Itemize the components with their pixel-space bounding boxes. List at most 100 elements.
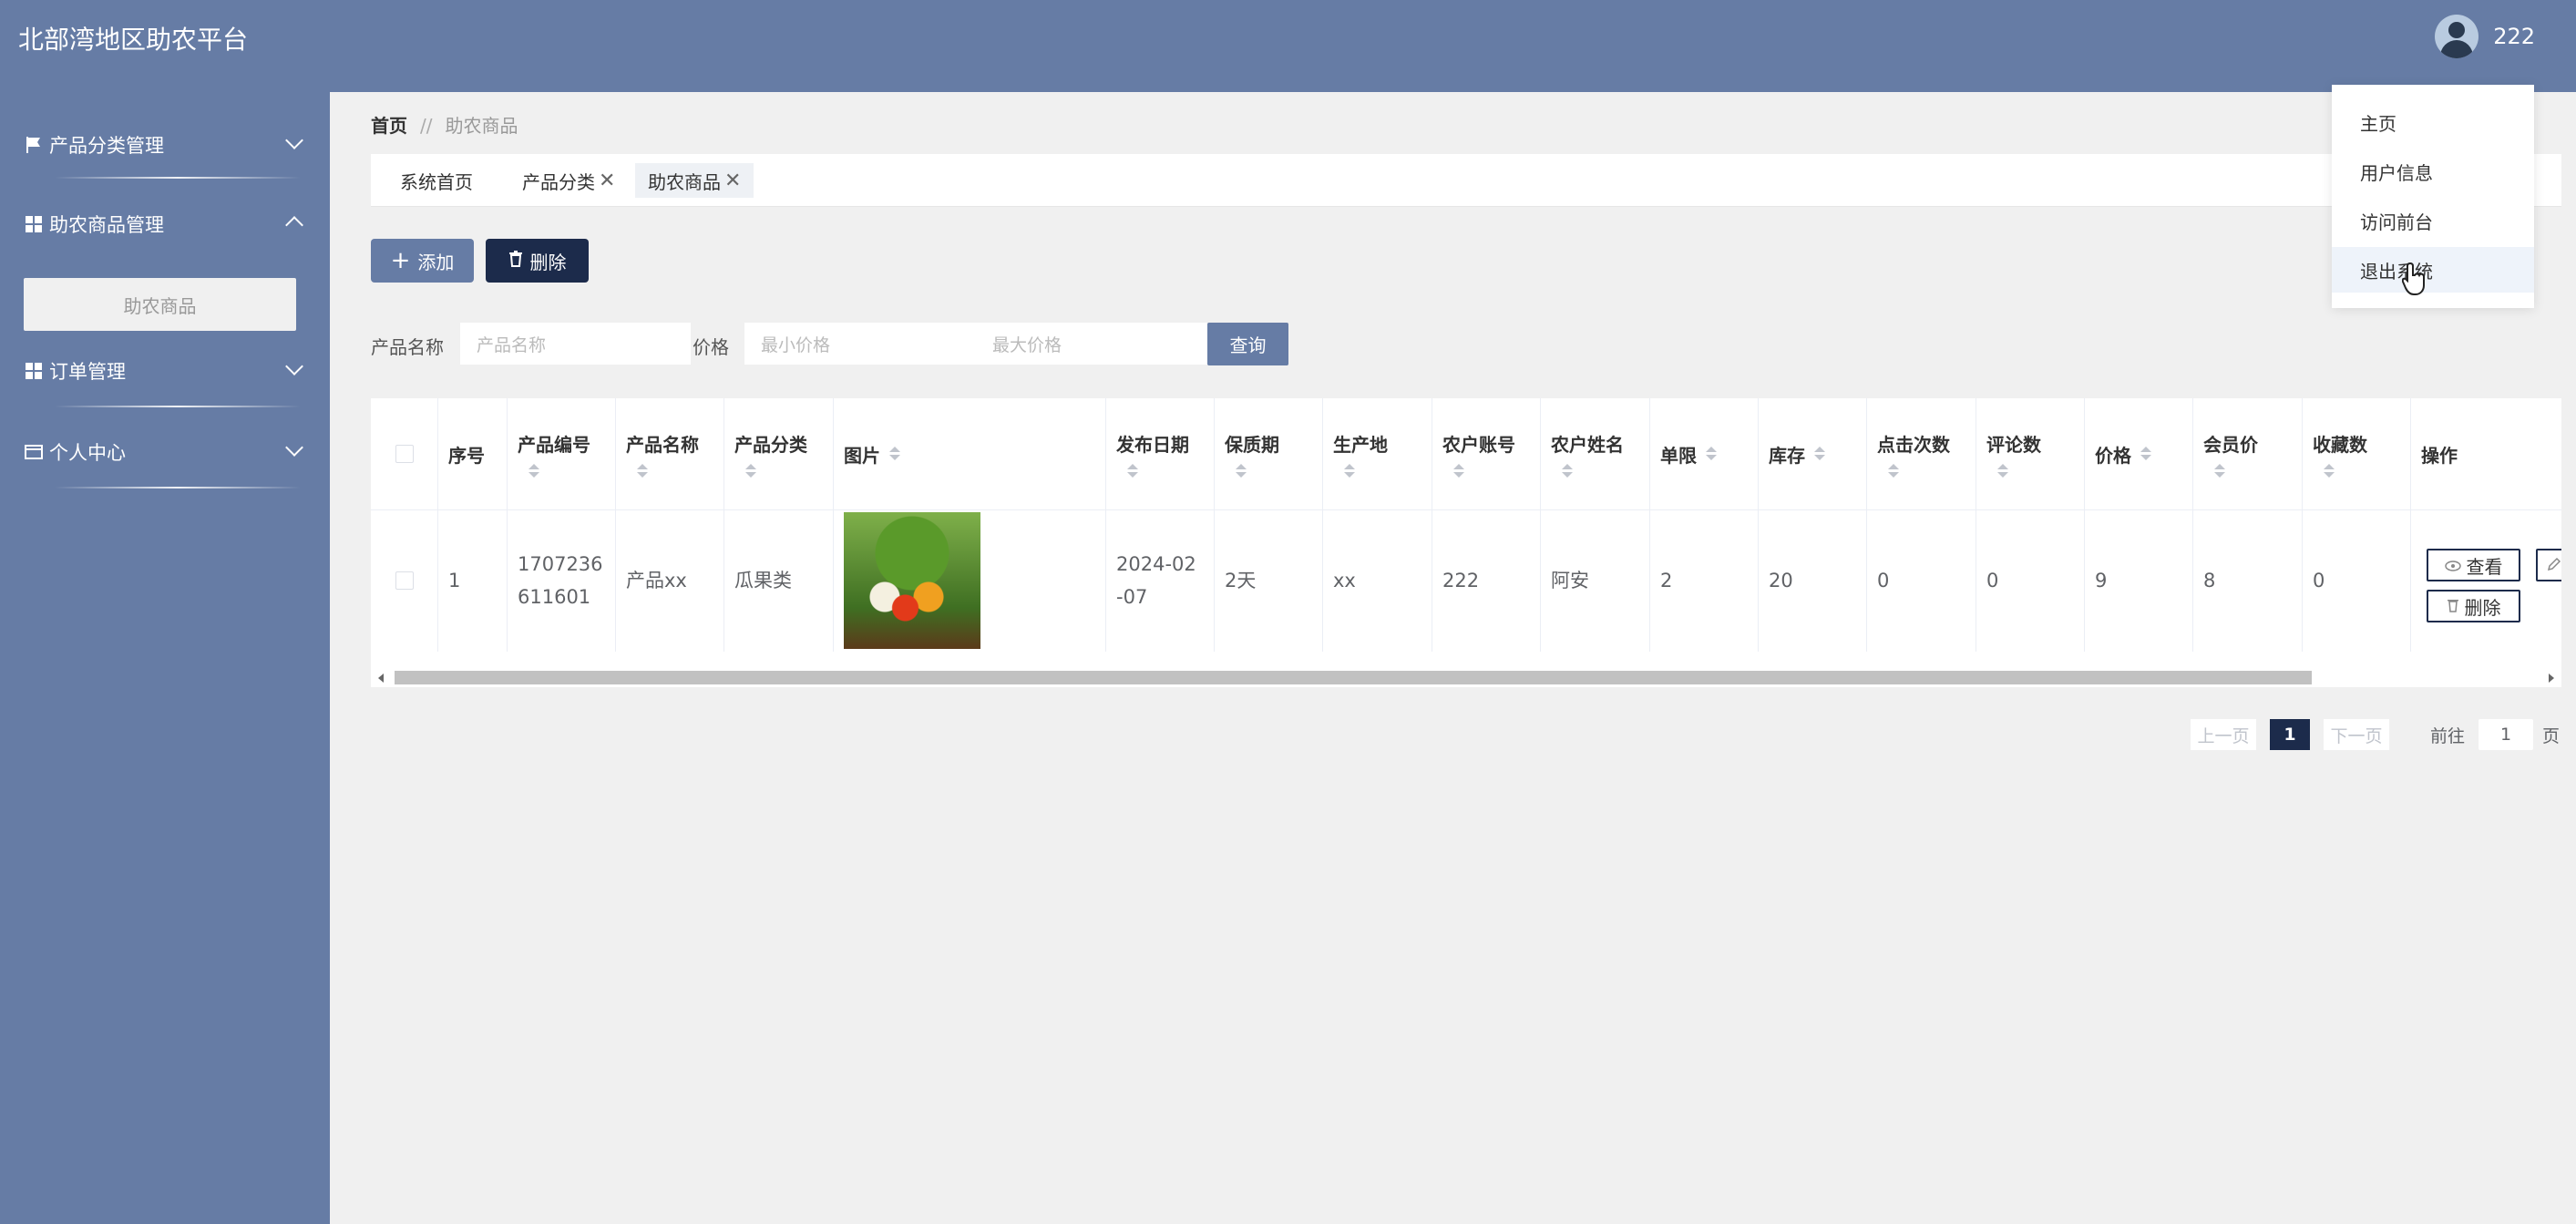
tabs-bar: 系统首页 产品分类 ✕ 助农商品 ✕ [371,154,2561,207]
eye-icon [2444,554,2461,576]
cell-member-price: 8 [2203,570,2216,591]
col-header-clicks[interactable]: 点击次数 [1866,398,1976,509]
view-button[interactable]: 查看 [2427,549,2520,581]
row-checkbox[interactable] [395,571,414,590]
card-icon [24,442,44,462]
col-header-index: 序号 [448,444,485,467]
flag-icon [24,135,44,155]
sort-icon [2324,463,2335,478]
breadcrumb-home[interactable]: 首页 [371,115,407,137]
col-header-date[interactable]: 发布日期 [1105,398,1214,509]
sort-icon [1453,463,1464,478]
col-header-actions: 操作 [2421,444,2458,467]
cell-farmer-name: 阿安 [1551,570,1589,591]
cell-comments: 0 [1986,570,1999,591]
sort-icon [1344,463,1355,478]
max-price-input[interactable]: 最大价格 [976,323,1207,365]
trash-icon [508,250,523,272]
sidebar-item-personal-center[interactable]: 个人中心 [0,425,330,479]
scroll-left-icon[interactable] [378,674,384,683]
sort-icon [2214,463,2225,478]
col-header-origin[interactable]: 生产地 [1322,398,1432,509]
tab-category[interactable]: 产品分类 ✕ [509,163,628,198]
sort-icon [2140,447,2151,461]
select-all-checkbox[interactable] [395,445,414,463]
sort-icon [889,447,900,461]
col-header-member-price[interactable]: 会员价 [2192,398,2302,509]
submenu-item-products[interactable]: 助农商品 [24,278,296,331]
chevron-down-icon [285,357,303,375]
edit-icon [2547,554,2561,576]
chevron-up-icon [285,216,303,234]
menu-item-user-info[interactable]: 用户信息 [2332,149,2534,194]
sort-icon [1706,447,1717,461]
next-page-button[interactable]: 下一页 [2324,719,2389,750]
sort-icon [1127,463,1138,478]
menu-item-visit-frontend[interactable]: 访问前台 [2332,198,2534,243]
divider [55,487,301,489]
col-header-image[interactable]: 图片 [833,398,1105,509]
col-header-price[interactable]: 价格 [2084,398,2192,509]
sidebar-item-order-management[interactable]: 订单管理 [0,344,330,398]
sort-icon [1888,463,1899,478]
sidebar-item-label: 产品分类管理 [49,135,164,157]
cell-stock: 20 [1769,570,1793,591]
table-horizontal-scrollbar[interactable] [371,667,2561,687]
sort-icon [1562,463,1573,478]
col-header-code[interactable]: 产品编号 [507,398,615,509]
tab-products[interactable]: 助农商品 ✕ [635,163,754,198]
delete-button[interactable]: 删除 [486,239,589,283]
cell-favorites: 0 [2313,570,2325,591]
sort-icon [1814,447,1825,461]
col-header-farmer-name[interactable]: 农户姓名 [1540,398,1649,509]
close-icon[interactable]: ✕ [724,170,741,192]
goto-page-input[interactable]: 1 [2479,719,2533,750]
sort-icon [529,463,539,478]
edit-button[interactable] [2536,549,2561,581]
user-menu[interactable]: 222 [2435,15,2535,58]
col-header-shelf-life[interactable]: 保质期 [1214,398,1322,509]
min-price-input[interactable]: 最小价格 [744,323,976,365]
col-header-limit[interactable]: 单限 [1649,398,1758,509]
add-button[interactable]: + 添加 [371,239,474,283]
avatar[interactable] [2435,15,2479,58]
cell-image [833,509,1105,652]
sidebar-item-category-management[interactable]: 产品分类管理 [0,118,330,172]
goto-label: 前往 [2430,725,2466,746]
cell-shelf-life: 2天 [1225,570,1257,591]
prev-page-button[interactable]: 上一页 [2191,719,2256,750]
sort-icon [637,463,648,478]
sort-icon [1997,463,2008,478]
col-header-comments[interactable]: 评论数 [1976,398,2084,509]
product-name-input[interactable]: 产品名称 [460,323,691,365]
product-image[interactable] [844,512,980,649]
scroll-right-icon[interactable] [2549,674,2554,683]
scrollbar-thumb[interactable] [395,671,2312,684]
page-number-button[interactable]: 1 [2270,719,2310,750]
chevron-down-icon [285,131,303,149]
cell-date: 2024-02 -07 [1116,553,1196,608]
username[interactable]: 222 [2493,24,2535,49]
top-header: 北部湾地区助农平台 222 [0,0,2576,92]
close-icon[interactable]: ✕ [599,170,615,192]
price-label: 价格 [693,336,729,358]
sidebar-item-product-management[interactable]: 助农商品管理 [0,197,330,252]
tab-home[interactable]: 系统首页 [387,163,486,198]
col-header-stock[interactable]: 库存 [1758,398,1866,509]
menu-item-home[interactable]: 主页 [2332,99,2534,145]
row-delete-button[interactable]: 删除 [2427,590,2520,622]
col-header-name[interactable]: 产品名称 [615,398,724,509]
divider [55,177,301,179]
query-button[interactable]: 查询 [1207,323,1288,365]
cell-price: 9 [2095,570,2108,591]
sidebar-item-label: 个人中心 [49,442,126,464]
col-header-favorites[interactable]: 收藏数 [2302,398,2410,509]
cell-code: 1707236 611601 [518,553,603,608]
col-header-farmer-account[interactable]: 农户账号 [1432,398,1540,509]
col-header-category[interactable]: 产品分类 [724,398,833,509]
sort-icon [1236,463,1247,478]
menu-item-logout[interactable]: 退出系统 [2332,247,2534,293]
sidebar: 产品分类管理 助农商品管理 助农商品 订单管理 个人中心 [0,92,330,1224]
plus-icon: + [390,247,411,274]
cell-limit: 2 [1660,570,1673,591]
